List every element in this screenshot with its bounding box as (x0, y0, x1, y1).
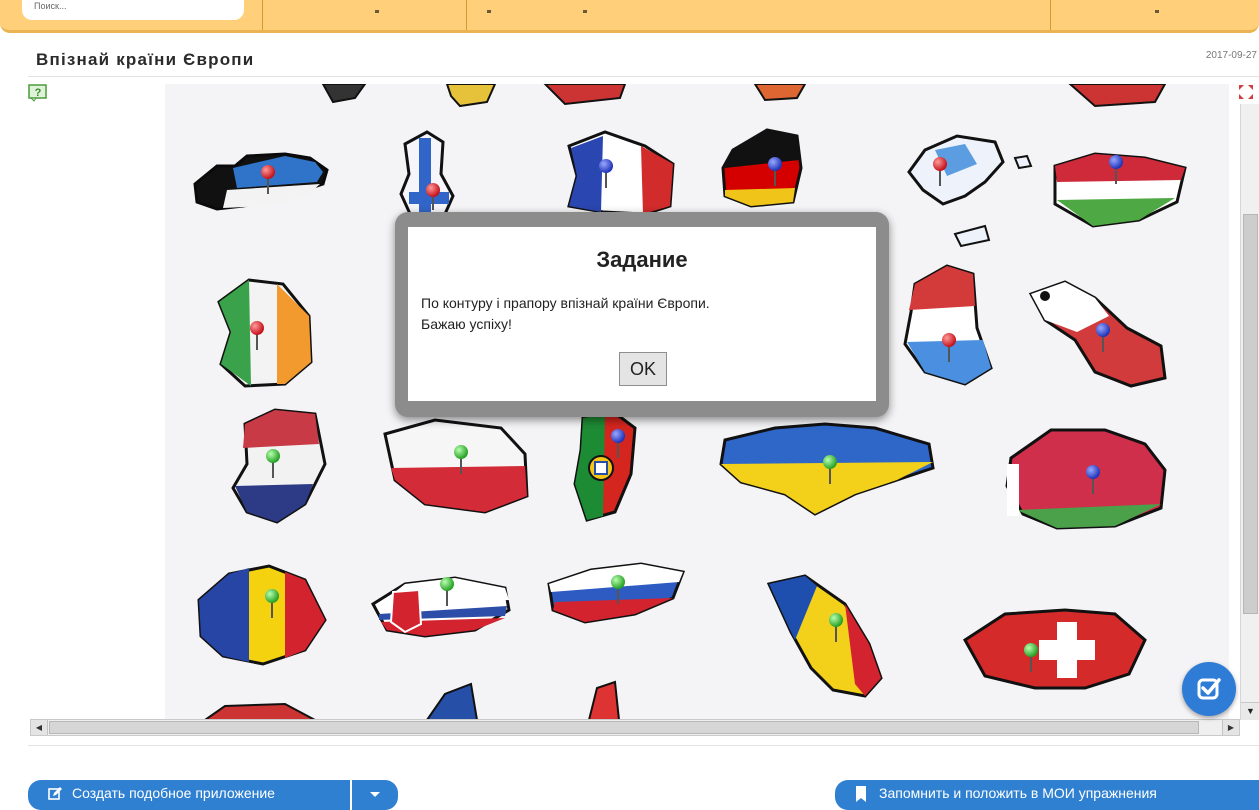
country-france (567, 130, 675, 216)
create-options-dropdown[interactable] (352, 780, 398, 810)
divider (28, 745, 1259, 746)
create-similar-button[interactable]: Создать подобное приложение (28, 780, 350, 810)
country-slovenia (547, 562, 686, 624)
top-navigation-bar: Поиск... (0, 0, 1259, 33)
bookmark-icon (856, 786, 866, 802)
task-instruction: По контуру і прапору впізнай країни Євро… (421, 295, 710, 311)
vertical-scrollbar[interactable]: ▼ (1240, 104, 1259, 720)
nav-divider (262, 0, 263, 30)
nav-divider (1050, 0, 1051, 30)
divider (28, 76, 1259, 77)
svg-text:?: ? (35, 87, 42, 99)
country-switzerland (963, 608, 1147, 690)
nav-item-fragment[interactable] (583, 10, 587, 13)
country-netherlands (231, 408, 327, 524)
exercise-date: 2017-09-27 (1205, 50, 1257, 61)
country-finland (399, 130, 455, 224)
country-luxembourg (903, 264, 993, 386)
fullscreen-icon[interactable] (1238, 84, 1254, 100)
remember-exercise-label: Запомнить и положить в МОИ упражнения (879, 785, 1157, 801)
remember-exercise-button[interactable]: Запомнить и положить в МОИ упражнения (835, 780, 1259, 810)
edit-icon (48, 787, 62, 800)
scroll-right-arrow-icon[interactable]: ▶ (1222, 720, 1239, 735)
country-moldova (766, 574, 883, 698)
ok-button[interactable]: OK (619, 352, 667, 386)
country-belarus (1005, 428, 1167, 530)
vertical-scroll-thumb[interactable] (1243, 214, 1258, 614)
country-ukraine (719, 422, 935, 516)
country-poland (383, 418, 529, 514)
nav-item-fragment[interactable] (375, 10, 379, 13)
horizontal-scrollbar[interactable]: ◀ ▶ (30, 719, 1240, 736)
country-portugal (573, 408, 637, 522)
shape-bottom-partial (203, 680, 621, 720)
task-dialog: Задание По контуру і прапору впізнай кра… (395, 212, 889, 417)
scroll-down-arrow-icon[interactable]: ▼ (1241, 702, 1259, 720)
nav-divider (466, 0, 467, 30)
country-germany (721, 128, 803, 208)
caret-down-icon (370, 792, 380, 797)
exercise-title: Впізнай країни Європи (36, 50, 255, 69)
search-input[interactable]: Поиск... (22, 0, 244, 20)
task-dialog-title: Задание (596, 247, 688, 272)
scroll-left-arrow-icon[interactable]: ◀ (31, 720, 48, 735)
task-dialog-body: Задание По контуру і прапору впізнай кра… (408, 227, 876, 401)
task-dialog-text: По контуру і прапору впізнай країни Євро… (421, 293, 861, 335)
country-ireland (217, 278, 313, 388)
create-similar-label: Создать подобное приложение (72, 785, 275, 801)
check-answers-button[interactable] (1182, 662, 1236, 716)
nav-item-fragment[interactable] (1155, 10, 1159, 13)
nav-item-fragment[interactable] (487, 10, 491, 13)
country-romania (197, 564, 327, 666)
horizontal-scroll-thumb[interactable] (49, 721, 1199, 734)
checkbox-edit-icon (1197, 678, 1221, 700)
task-wish: Бажаю успіху! (421, 316, 512, 332)
shape-top-partial (321, 84, 1167, 108)
country-greece (907, 134, 1033, 248)
country-estonia (193, 152, 329, 211)
help-icon[interactable]: ? (28, 84, 48, 102)
